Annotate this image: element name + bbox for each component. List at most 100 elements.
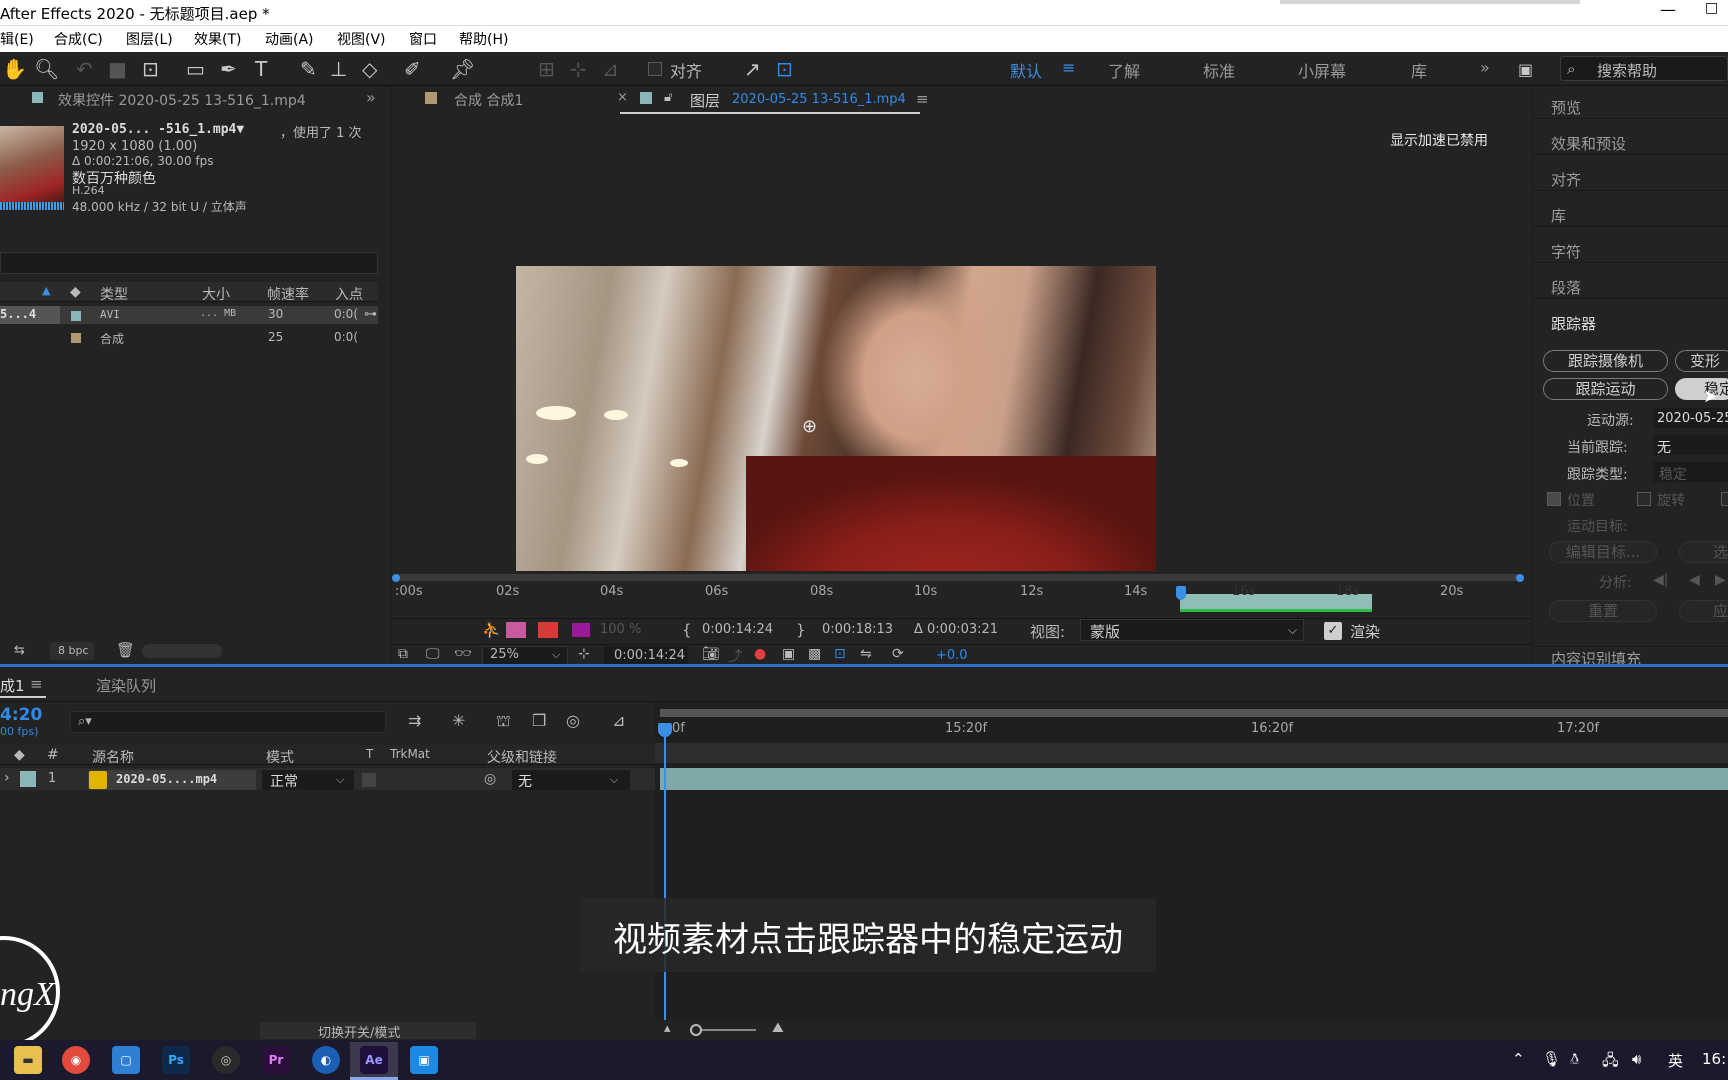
col-type[interactable]: 类型 bbox=[100, 284, 128, 304]
pixel-aspect-icon[interactable]: ⊡ bbox=[834, 646, 846, 662]
flowchart-view-icon[interactable]: ⇋ bbox=[860, 646, 872, 662]
type-tool-icon[interactable]: T bbox=[255, 57, 267, 81]
timeline-timecode[interactable]: 4:20 bbox=[0, 705, 42, 725]
panel-tracker-title[interactable]: 跟踪器 bbox=[1551, 313, 1596, 334]
layer-search-input[interactable] bbox=[70, 711, 386, 733]
sort-ascending-icon[interactable]: ▲ bbox=[42, 284, 50, 297]
maximize-button[interactable]: □ bbox=[1705, 0, 1718, 16]
tab-layer-name[interactable]: 2020-05-25 13-516_1.mp4 bbox=[732, 92, 906, 107]
analyze-forward-icon[interactable]: ▶ bbox=[1715, 572, 1726, 588]
tab-menu-icon[interactable]: ≡ bbox=[916, 90, 929, 108]
roto-brush-tool-icon[interactable]: ✐ bbox=[404, 57, 421, 81]
col-mode[interactable]: 模式 bbox=[266, 747, 294, 767]
after-effects-icon[interactable]: Ae bbox=[360, 1046, 388, 1074]
view-axis-icon[interactable]: ⊿ bbox=[602, 57, 619, 81]
workspace-small-screen[interactable]: 小屏幕 bbox=[1298, 58, 1346, 82]
microphone-icon[interactable]: 🎙︎ bbox=[1542, 1050, 1561, 1068]
video-frame[interactable]: ⊕ bbox=[516, 266, 1156, 571]
position-checkbox[interactable] bbox=[1547, 492, 1561, 506]
camera-tool-icon[interactable]: ■ bbox=[108, 57, 127, 81]
panel-library[interactable]: 库 bbox=[1551, 205, 1566, 226]
zoom-tool-icon[interactable]: 🔍︎ bbox=[34, 57, 59, 81]
shy-layers-icon[interactable] bbox=[538, 622, 558, 638]
rotate-tool-icon[interactable]: ↶ bbox=[76, 57, 93, 81]
premiere-icon[interactable]: Pr bbox=[262, 1046, 290, 1074]
snap-icon[interactable]: ↗ bbox=[744, 57, 761, 81]
exposure-value[interactable]: +0.0 bbox=[936, 648, 968, 663]
photoshop-icon[interactable]: Ps bbox=[162, 1046, 190, 1074]
show-hidden-icons[interactable]: ⌃ bbox=[1512, 1050, 1525, 1068]
qq-icon[interactable]: 🐧︎ bbox=[1570, 1050, 1579, 1070]
footage-name[interactable]: 2020-05... -516_1.mp4▼ bbox=[72, 122, 244, 137]
shy-toggle-icon[interactable]: ⛫ bbox=[496, 711, 511, 732]
clone-stamp-tool-icon[interactable]: ⊥ bbox=[330, 57, 347, 81]
zoom-out-icon[interactable]: ▴ bbox=[664, 1021, 671, 1036]
brush-tool-icon[interactable]: ✎ bbox=[300, 57, 317, 81]
draft-3d-toggle-icon[interactable]: ✳ bbox=[452, 711, 465, 730]
edit-target-button[interactable]: 编辑目标... bbox=[1549, 541, 1657, 563]
chrome-icon[interactable]: ◉ bbox=[62, 1046, 90, 1074]
network-icon[interactable]: 🖧︎ bbox=[1602, 1050, 1619, 1075]
zoom-in-icon[interactable]: ⛰ bbox=[772, 1020, 784, 1036]
col-size[interactable]: 大小 bbox=[202, 284, 230, 304]
out-point-time[interactable]: 0:00:18:13 bbox=[822, 622, 893, 637]
track-camera-button[interactable]: 跟踪摄像机 bbox=[1543, 350, 1668, 372]
panel-align[interactable]: 对齐 bbox=[1551, 169, 1581, 190]
ime-indicator[interactable]: 英 bbox=[1668, 1050, 1683, 1071]
anchor-point-icon[interactable]: ⊕ bbox=[802, 416, 817, 437]
project-search-input[interactable] bbox=[0, 252, 378, 274]
set-out-point-icon[interactable]: } bbox=[796, 621, 806, 639]
col-trkmat[interactable]: TrkMat bbox=[390, 747, 430, 761]
layer-label-color[interactable] bbox=[20, 771, 36, 787]
menu-edit[interactable]: 辑(E) bbox=[0, 29, 34, 49]
panel-character[interactable]: 字符 bbox=[1551, 241, 1581, 262]
panel-more-icon[interactable]: » bbox=[366, 88, 376, 107]
sync-settings-icon[interactable]: ▣ bbox=[1518, 60, 1533, 79]
col-fps[interactable]: 帧速率 bbox=[267, 284, 309, 304]
davinci-icon[interactable]: ◎ bbox=[212, 1046, 240, 1074]
channels-icon[interactable]: ● bbox=[754, 646, 766, 662]
menu-help[interactable]: 帮助(H) bbox=[459, 29, 508, 49]
menu-layer[interactable]: 图层(L) bbox=[126, 29, 173, 49]
browser-icon[interactable]: ◐ bbox=[312, 1046, 340, 1074]
monitor-icon[interactable]: 🖵︎ bbox=[426, 646, 440, 662]
workspace-learn[interactable]: 了解 bbox=[1108, 58, 1140, 82]
menu-view[interactable]: 视图(V) bbox=[337, 29, 386, 49]
file-explorer-icon[interactable]: ▬ bbox=[14, 1046, 42, 1074]
reset-exposure-icon[interactable]: ⟳ bbox=[892, 646, 904, 662]
region-of-interest-icon[interactable]: ⊹ bbox=[578, 646, 590, 662]
pick-whip-icon[interactable]: ◎ bbox=[484, 771, 496, 787]
rectangle-tool-icon[interactable]: ▭ bbox=[186, 57, 205, 81]
timeline-zoom-handle[interactable] bbox=[690, 1024, 702, 1036]
clock[interactable]: 16: bbox=[1702, 1050, 1726, 1068]
lock-icon[interactable]: 🔓︎ bbox=[664, 90, 672, 105]
world-axis-icon[interactable]: ⊹ bbox=[570, 57, 587, 81]
layer-duration-bar[interactable] bbox=[660, 768, 1728, 790]
timeline-comp-tab[interactable]: 成1 bbox=[0, 675, 25, 696]
timeline-work-area[interactable] bbox=[660, 709, 1728, 717]
volume-icon[interactable]: 🔊︎ bbox=[1632, 1050, 1641, 1068]
reset-button[interactable]: 重置 bbox=[1549, 600, 1657, 622]
local-axis-icon[interactable]: ⊞ bbox=[538, 57, 555, 81]
resolution-icon[interactable]: ▣ bbox=[782, 646, 795, 662]
viewer-playhead[interactable] bbox=[1176, 586, 1186, 600]
pan-behind-tool-icon[interactable]: ⊡ bbox=[142, 57, 159, 81]
search-help-field[interactable]: ⌕ 搜索帮助 bbox=[1560, 56, 1728, 81]
options-button[interactable]: 选 bbox=[1679, 541, 1728, 563]
frame-blending-icon[interactable]: ❐ bbox=[532, 711, 546, 730]
interpret-footage-icon[interactable]: ⇆ bbox=[14, 643, 25, 658]
transparency-grid-icon[interactable]: ▩ bbox=[808, 646, 821, 662]
flowchart-icon[interactable]: ⊶ bbox=[364, 307, 377, 322]
hand-tool-icon[interactable]: ✋ bbox=[2, 57, 27, 81]
close-tab-icon[interactable]: × bbox=[617, 90, 628, 105]
stabilize-motion-button[interactable]: 稳定 bbox=[1675, 378, 1728, 400]
always-preview-icon[interactable]: ⧉ bbox=[398, 646, 408, 662]
col-in-point[interactable]: 入点 bbox=[335, 284, 363, 304]
workspace-standard[interactable]: 标准 bbox=[1203, 58, 1235, 82]
warp-stabilizer-button[interactable]: 变形 bbox=[1675, 350, 1728, 372]
menu-animation[interactable]: 动画(A) bbox=[265, 29, 314, 49]
menu-effect[interactable]: 效果(T) bbox=[194, 29, 241, 49]
work-end-handle[interactable] bbox=[1516, 574, 1524, 582]
apply-button[interactable]: 应 bbox=[1679, 600, 1728, 622]
graph-editor-icon[interactable]: ⊿ bbox=[612, 711, 625, 730]
